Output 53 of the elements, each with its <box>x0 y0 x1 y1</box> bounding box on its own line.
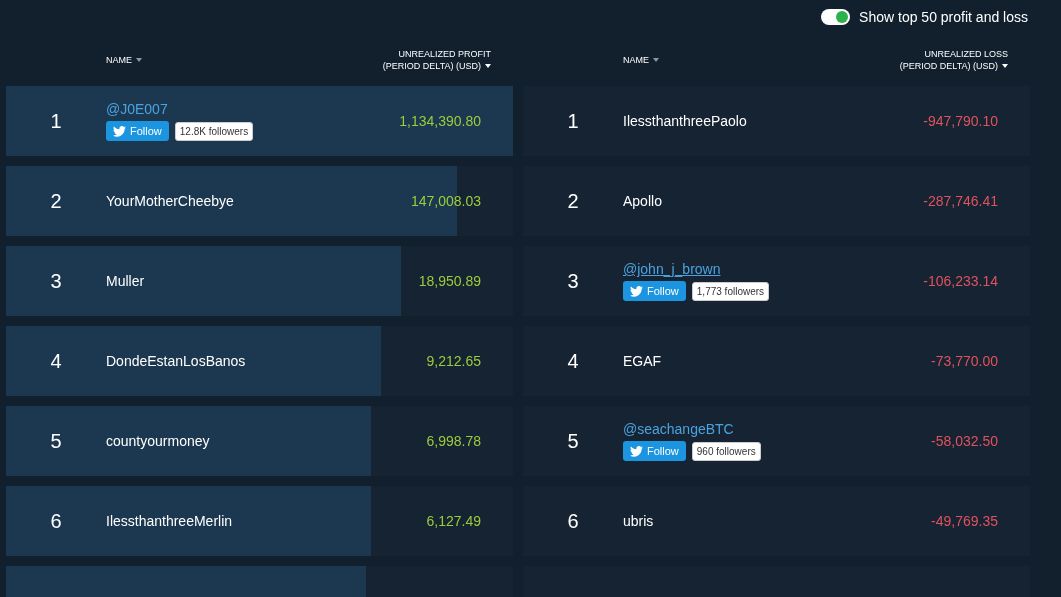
twitter-handle-link[interactable]: @J0E007 <box>106 101 168 117</box>
trader-name: YourMotherCheebye <box>106 193 235 209</box>
rank-number: 1 <box>566 109 580 133</box>
rank-number: 2 <box>566 189 580 213</box>
pnl-value: -58,032.50 <box>931 433 999 449</box>
trader-name: DondeEstanLosBanos <box>106 353 247 369</box>
pnl-value: 18,950.89 <box>418 273 482 289</box>
rank-number: 3 <box>566 269 580 293</box>
follower-count: 1,773 followers <box>691 281 770 301</box>
rank-number: 1 <box>49 109 63 133</box>
pnl-value: -287,746.41 <box>923 193 999 209</box>
pnl-value: -947,790.10 <box>923 113 999 129</box>
twitter-handle-link[interactable]: @john_j_brown <box>623 261 721 277</box>
sort-caret-icon[interactable] <box>653 58 659 62</box>
pnl-value: 147,008.03 <box>410 193 482 209</box>
rank-number: 6 <box>49 509 63 533</box>
pnl-value: 9,212.65 <box>426 353 482 369</box>
trader-name: IlessthanthreePaolo <box>623 113 748 129</box>
trader-name: Muller <box>106 273 146 289</box>
column-header[interactable]: UNREALIZED LOSS <box>924 48 1008 60</box>
trader-name: Apollo <box>623 193 663 209</box>
rank-number: 2 <box>49 189 63 213</box>
sort-caret-icon[interactable] <box>136 58 142 62</box>
rank-number: 3 <box>49 269 63 293</box>
pnl-value: -106,233.14 <box>923 273 999 289</box>
pnl-value: -49,769.35 <box>931 513 999 529</box>
pnl-value: 1,134,390.80 <box>399 113 482 129</box>
column-header[interactable]: (PERIOD DELTA) (USD) <box>382 60 481 72</box>
rank-number: 6 <box>566 509 580 533</box>
rank-number: 5 <box>49 429 63 453</box>
rank-number: 4 <box>49 349 63 373</box>
follower-count: 960 followers <box>691 441 761 461</box>
column-header[interactable]: NAME <box>106 55 132 65</box>
pnl-value: 6,127.49 <box>426 513 482 529</box>
twitter-handle-link[interactable]: @seachangeBTC <box>623 421 734 437</box>
bird-icon <box>630 445 643 457</box>
bird-icon <box>630 285 643 297</box>
toggle-switch[interactable] <box>821 9 851 25</box>
pnl-value: 6,998.78 <box>426 433 482 449</box>
trader-name: EGAF <box>623 353 663 369</box>
pnl-value: -73,770.00 <box>931 353 999 369</box>
column-header[interactable]: UNREALIZED PROFIT <box>398 48 491 60</box>
rank-number: 5 <box>566 429 580 453</box>
trader-name: countyourmoney <box>106 433 211 449</box>
rank-number: 4 <box>566 349 580 373</box>
trader-name: ubris <box>623 513 655 529</box>
column-header[interactable]: NAME <box>623 55 649 65</box>
sort-caret-icon[interactable] <box>1002 64 1008 68</box>
trader-name: IlessthanthreeMerlin <box>106 513 234 529</box>
toggle-label: Show top 50 profit and loss <box>859 9 1028 25</box>
column-header[interactable]: (PERIOD DELTA) (USD) <box>899 60 998 72</box>
bird-icon <box>113 125 126 137</box>
sort-caret-icon[interactable] <box>485 64 491 68</box>
